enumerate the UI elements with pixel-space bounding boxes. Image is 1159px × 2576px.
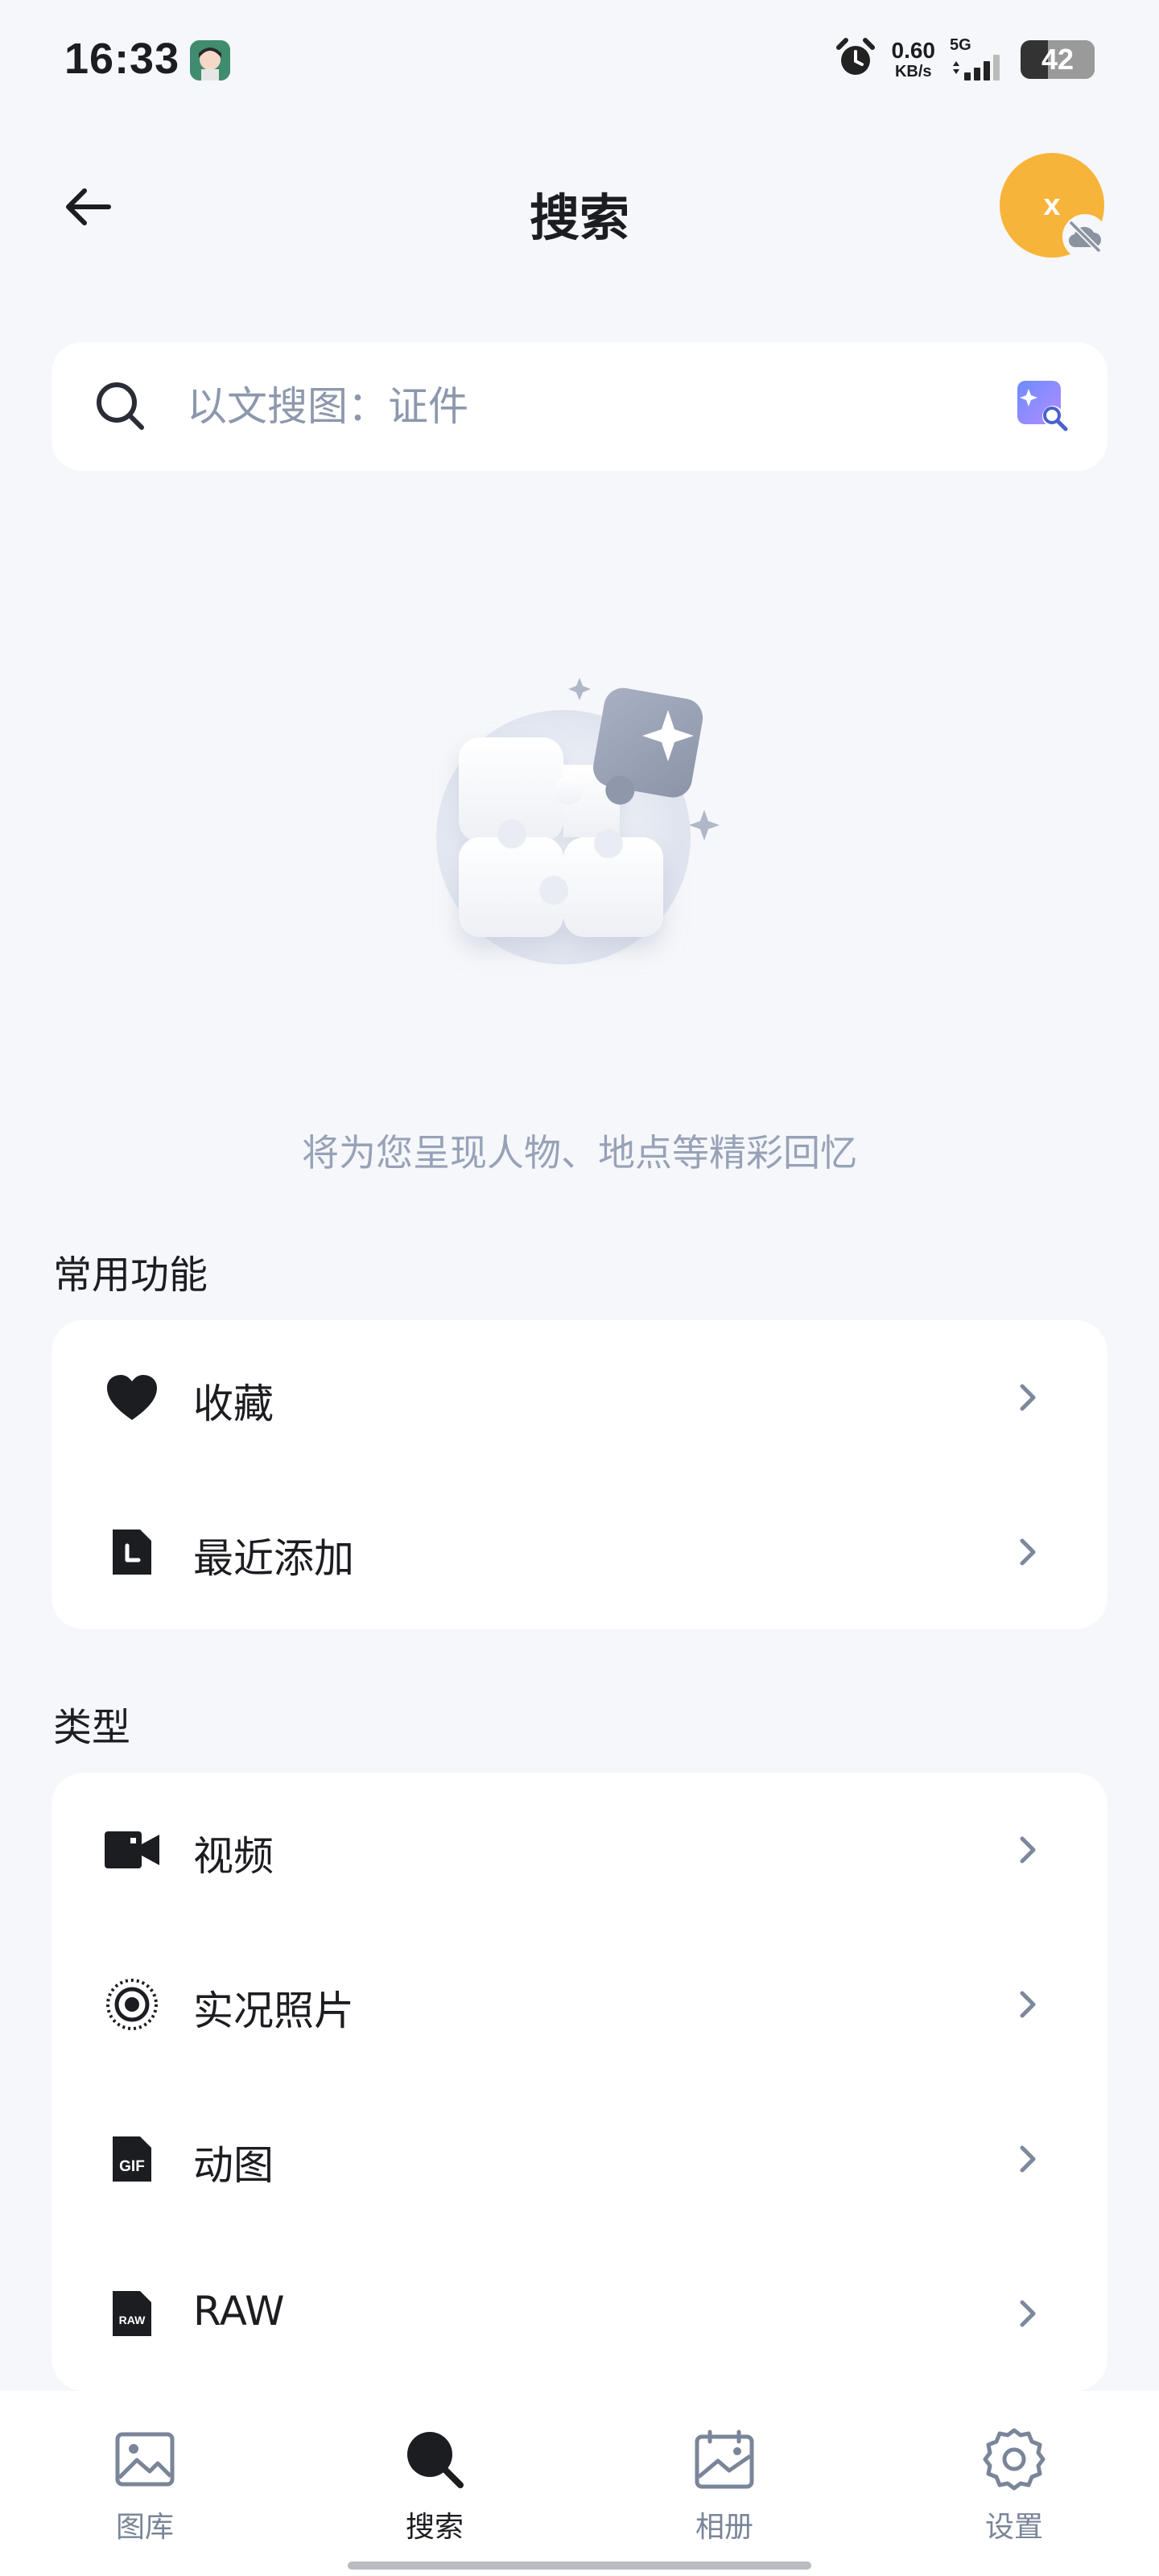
list-item-videos[interactable]: 视频 [52, 1773, 1107, 1927]
status-time: 16:33 [64, 35, 180, 83]
types-card: 视频 实况照片 GIF 动图 RAW RAW [52, 1773, 1107, 2391]
avatar-notification-icon [190, 40, 230, 80]
list-item-label: 实况照片 [193, 1988, 354, 2034]
chevron-right-icon [1020, 1384, 1036, 1411]
nav-label: 相册 [695, 2511, 753, 2544]
home-indicator[interactable] [348, 2562, 811, 2570]
section-title-types: 类型 [53, 1705, 131, 1750]
cloud-off-icon [1062, 214, 1107, 259]
network-type: 5G [950, 36, 971, 54]
account-initial: x [1043, 188, 1061, 222]
puzzle-sparkle-illustration [419, 668, 740, 990]
chevron-right-icon [1020, 1991, 1036, 2018]
ai-image-search-icon [1017, 381, 1068, 431]
section-title-common: 常用功能 [53, 1253, 208, 1298]
account-button[interactable]: x [1000, 153, 1107, 259]
svg-text:GIF: GIF [119, 2158, 145, 2175]
net-speed: 0.60 KB/s [892, 39, 936, 80]
recent-file-icon [105, 1525, 159, 1579]
battery-icon: 42 [1021, 40, 1095, 79]
video-camera-icon [105, 1823, 159, 1877]
ai-image-search-button[interactable] [1014, 378, 1072, 436]
list-item-favorites[interactable]: 收藏 [52, 1320, 1107, 1475]
raw-icon: RAW [105, 2286, 159, 2341]
net-speed-unit: KB/s [894, 63, 932, 80]
nav-tab-search[interactable]: 搜索 [354, 2423, 515, 2545]
nav-label: 搜索 [405, 2511, 464, 2544]
signal-icon: 5G [950, 37, 1006, 82]
page-title: 搜索 [529, 188, 629, 247]
heart-icon [105, 1370, 159, 1425]
chevron-right-icon [1020, 1836, 1036, 1864]
common-functions-card: 收藏 最近添加 [52, 1320, 1107, 1629]
bottom-navigation: 图库 搜索 相册 设置 [0, 2391, 1159, 2576]
search-input[interactable] [187, 376, 911, 437]
empty-state-hint: 将为您呈现人物、地点等精彩回忆 [302, 1131, 857, 1174]
nav-tab-albums[interactable]: 相册 [644, 2423, 805, 2545]
list-item-label: 收藏 [193, 1381, 274, 1427]
list-item-label: 最近添加 [193, 1535, 354, 1582]
chevron-right-icon [1020, 1538, 1036, 1566]
search-icon [398, 2423, 471, 2496]
settings-gear-icon [978, 2423, 1050, 2496]
status-bar: 16:33 0.60 KB/s 5G 42 [0, 0, 1159, 121]
nav-tab-gallery[interactable]: 图库 [64, 2423, 225, 2545]
list-item-live-photos[interactable]: 实况照片 [52, 1927, 1107, 2082]
list-item-label: RAW [193, 2288, 285, 2334]
list-item-gifs[interactable]: GIF 动图 [52, 2082, 1107, 2236]
chevron-right-icon [1020, 2300, 1036, 2327]
battery-level: 42 [1041, 43, 1074, 76]
net-speed-value: 0.60 [891, 38, 936, 63]
nav-label: 设置 [984, 2511, 1043, 2544]
nav-tab-settings[interactable]: 设置 [934, 2423, 1095, 2545]
gif-icon: GIF [105, 2132, 159, 2186]
nav-label: 图库 [115, 2511, 174, 2544]
list-item-label: 动图 [193, 2142, 274, 2189]
alarm-icon [834, 36, 877, 83]
list-item-recently-added[interactable]: 最近添加 [52, 1475, 1107, 1629]
search-bar[interactable] [52, 342, 1107, 471]
list-item-raw[interactable]: RAW RAW [52, 2236, 1107, 2391]
search-icon [97, 382, 144, 430]
header: 搜索 x [0, 145, 1159, 266]
live-photo-icon [105, 1977, 159, 2032]
svg-text:RAW: RAW [119, 2314, 146, 2326]
gallery-icon [109, 2423, 181, 2496]
list-item-label: 视频 [193, 1833, 274, 1880]
album-icon [688, 2423, 761, 2496]
chevron-right-icon [1020, 2145, 1036, 2173]
